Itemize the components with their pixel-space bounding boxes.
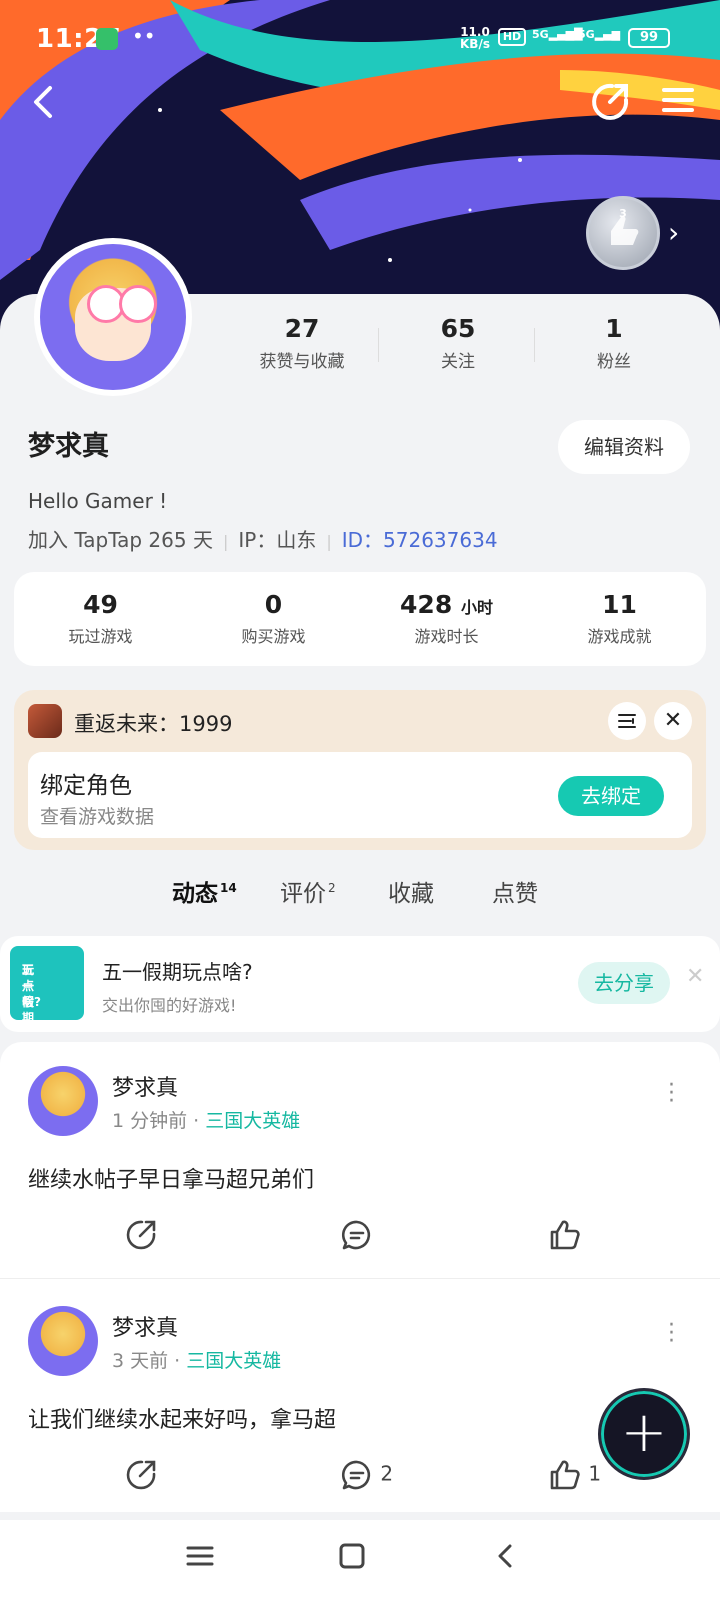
- avatar[interactable]: [28, 1306, 98, 1376]
- back-arrow-icon[interactable]: [26, 82, 70, 126]
- like-button[interactable]: 1: [548, 1458, 601, 1498]
- game-stats-card: 49 玩过游戏 0 购买游戏 428 小时 游戏时长 11 游戏成就: [14, 572, 706, 666]
- tab-reviews[interactable]: 评价 2: [280, 874, 336, 908]
- share-icon[interactable]: [124, 1458, 158, 1498]
- bind-button[interactable]: 去绑定: [558, 776, 664, 816]
- achievement-medal[interactable]: 3: [586, 196, 660, 270]
- game-name[interactable]: 重返未来：1999: [74, 708, 232, 738]
- post-game-link[interactable]: 三国大英雄: [205, 1110, 300, 1132]
- post-text: 让我们继续水起来好吗，拿马超: [28, 1408, 337, 1433]
- ip-location: IP：山东: [238, 528, 317, 552]
- comment-icon: [341, 1460, 371, 1490]
- post-meta: 3 天前 · 三国大英雄: [112, 1350, 282, 1372]
- comment-button[interactable]: 2: [340, 1458, 393, 1498]
- post-author[interactable]: 梦求真: [112, 1070, 178, 1102]
- system-navbar: [0, 1520, 720, 1600]
- comment-icon[interactable]: [340, 1218, 374, 1258]
- post-meta: 1 分钟前 · 三国大英雄: [112, 1110, 301, 1132]
- status-bar: 11:27 •• 11.0 KB/s HD 5G▂▄▆█ 5G▂▄▆ 99: [0, 22, 720, 58]
- plus-icon[interactable]: +: [598, 1388, 690, 1480]
- avatar[interactable]: [34, 238, 192, 396]
- stat-likes[interactable]: 27 获赞与收藏: [222, 314, 382, 372]
- battery-icon: 99: [628, 28, 670, 48]
- stat-played-games[interactable]: 49 玩过游戏: [14, 590, 187, 647]
- tab-dynamics[interactable]: 动态 14: [172, 874, 237, 912]
- profile-name: 梦求真: [28, 431, 109, 462]
- profile-stats: 27 获赞与收藏 65 关注 1 粉丝: [222, 314, 702, 374]
- like-icon: [550, 1460, 580, 1490]
- settings-list-icon[interactable]: [608, 702, 646, 740]
- game-icon[interactable]: [28, 704, 62, 738]
- stat-play-time[interactable]: 428 小时 游戏时长: [360, 590, 533, 647]
- signal-1-icon: 5G▂▄▆█: [532, 28, 583, 41]
- network-speed: 11.0 KB/s: [460, 25, 490, 51]
- go-share-button[interactable]: 去分享: [578, 962, 670, 1004]
- stat-purchased-games[interactable]: 0 购买游戏: [187, 590, 360, 647]
- more-notifications-icon: ••: [132, 24, 156, 48]
- stat-achievements[interactable]: 11 游戏成就: [533, 590, 706, 647]
- security-shield-icon: [96, 28, 118, 50]
- avatar[interactable]: [28, 1066, 98, 1136]
- bind-subtitle: 查看游戏数据: [40, 806, 155, 828]
- signal-2-icon: 5G▂▄▆: [578, 28, 621, 41]
- content-tabs: 动态 14 评价 2 收藏 点赞: [0, 874, 720, 924]
- post-divider: [0, 1278, 720, 1279]
- promo-banner[interactable]: 五一假期 玩点啥? 五一假期玩点啥? 交出你囤的好游戏! 去分享 ✕: [0, 936, 720, 1032]
- bind-character-card: 重返未来：1999 ✕ 绑定角色 查看游戏数据 去绑定: [14, 690, 706, 850]
- post-author[interactable]: 梦求真: [112, 1310, 178, 1342]
- hd-badge: HD: [498, 28, 526, 46]
- edit-profile-button[interactable]: 编辑资料: [558, 420, 690, 474]
- promo-title: 五一假期玩点啥?: [102, 960, 253, 984]
- user-id[interactable]: ID：572637634: [342, 528, 498, 552]
- divider: |: [222, 532, 229, 551]
- more-options-icon[interactable]: · · ·: [668, 1075, 675, 1113]
- promo-subtitle: 交出你囤的好游戏!: [102, 996, 237, 1015]
- join-days: 加入 TapTap 265 天: [28, 528, 213, 552]
- chevron-right-icon[interactable]: ›: [668, 216, 679, 249]
- comment-count: 2: [380, 1461, 394, 1486]
- more-options-icon[interactable]: · · ·: [668, 1315, 675, 1353]
- menu-icon[interactable]: [660, 82, 704, 126]
- tab-favorites[interactable]: 收藏: [388, 874, 434, 908]
- home-icon[interactable]: [338, 1542, 366, 1574]
- recent-apps-icon[interactable]: [186, 1542, 214, 1574]
- bind-panel: 绑定角色 查看游戏数据 去绑定: [28, 752, 692, 838]
- post-game-link[interactable]: 三国大英雄: [186, 1350, 281, 1372]
- profile-bio: Hello Gamer !: [28, 489, 168, 513]
- divider: |: [326, 532, 332, 551]
- back-icon[interactable]: [492, 1542, 520, 1574]
- close-icon[interactable]: ✕: [686, 964, 704, 989]
- close-icon[interactable]: ✕: [654, 702, 692, 740]
- post-item[interactable]: 梦求真 1 分钟前 · 三国大英雄 · · · 继续水帖子早日拿马超兄弟们: [0, 1042, 720, 1282]
- like-count: 1: [588, 1461, 602, 1486]
- share-icon[interactable]: [124, 1218, 158, 1258]
- bind-title: 绑定角色: [40, 773, 132, 799]
- post-text: 继续水帖子早日拿马超兄弟们: [28, 1168, 315, 1193]
- stat-following[interactable]: 65 关注: [378, 314, 538, 372]
- tab-likes[interactable]: 点赞: [492, 874, 538, 908]
- profile-meta: 加入 TapTap 265 天 | IP：山东 | ID：572637634: [28, 524, 498, 553]
- promo-image: 五一假期 玩点啥?: [10, 946, 84, 1025]
- share-icon[interactable]: [588, 80, 632, 124]
- like-icon[interactable]: [548, 1218, 582, 1258]
- stat-followers[interactable]: 1 粉丝: [534, 314, 694, 372]
